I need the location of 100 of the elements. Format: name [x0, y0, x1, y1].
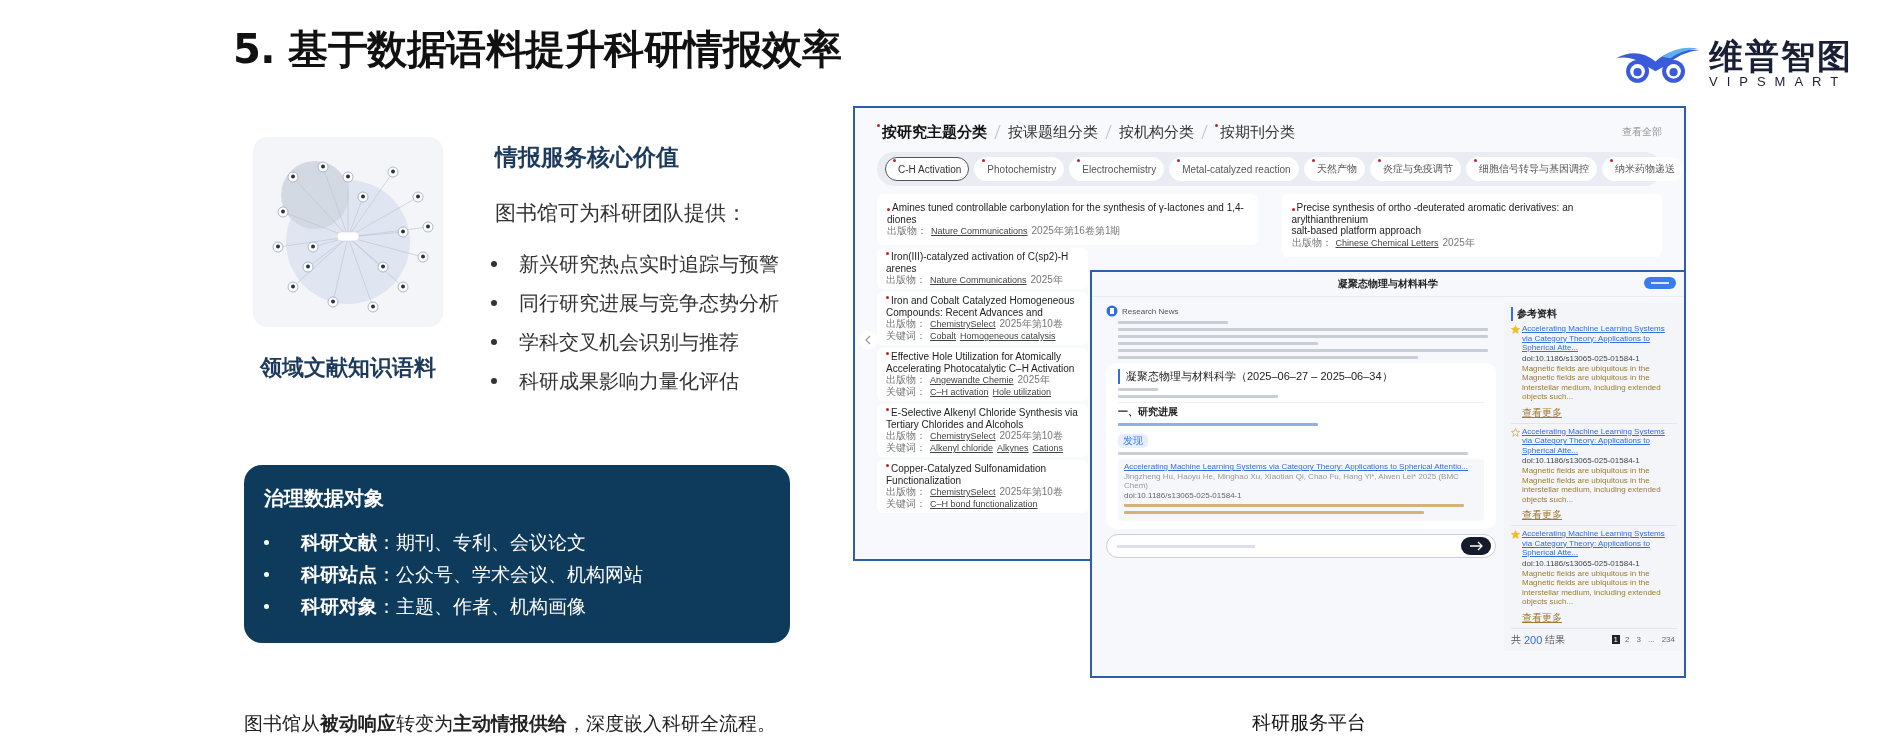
keyword-link[interactable]: Cations — [1032, 442, 1064, 454]
bullet-icon — [264, 540, 269, 545]
meta-label: 出版物： — [886, 274, 926, 286]
issue-text: 2025年 — [1017, 374, 1050, 386]
conclusion-text: 图书馆从被动响应转变为主动情报供给，深度嵌入科研全流程。 — [244, 711, 777, 736]
article-card[interactable]: Iron(III)-catalyzed activation of C(sp2)-H arenes 出版物： Nature Communications 2025年 — [877, 248, 1088, 289]
bullet-text: 新兴研究热点实时追踪与预警 — [519, 251, 779, 277]
keyword-link[interactable]: C–H bond functionalization — [930, 498, 1038, 510]
logo-wordmark: 维普智图 — [1709, 38, 1853, 74]
graph-center-node — [336, 231, 360, 242]
bullet-text: 科研文献：期刊、专利、会议论文 — [301, 530, 586, 555]
corpus-caption: 领域文献知识语料 — [260, 354, 436, 382]
keyword-link[interactable]: Cobalt — [930, 330, 956, 342]
keyword-link[interactable]: C–H activation — [930, 386, 989, 398]
issue-text: 2025年第10卷 — [999, 430, 1063, 442]
graph-node — [327, 296, 339, 308]
keyword-link[interactable]: Alkynes — [997, 442, 1029, 454]
reference-link[interactable]: Accelerating Machine Learning Systems via Category Theory: Applications to Spherical Atte... — [1522, 324, 1677, 353]
journal-link[interactable]: Nature Communications — [930, 274, 1027, 286]
graph-node — [412, 191, 424, 203]
graph-node — [317, 161, 329, 173]
slide-title: 5. 基于数据语料提升科研情报效率 — [233, 25, 842, 74]
star-icon[interactable] — [1511, 427, 1520, 437]
bullet-icon — [264, 572, 269, 577]
citation-authors: Jingzheng Hu, Haoyu He, Minghao Xu, Xiaotian Qi, Chao Fu, Hang Yi*, Alwen Lei* 2025 (BMC Chem) — [1124, 472, 1460, 490]
reference-link[interactable]: Accelerating Machine Learning Systems via Category Theory: Applications to Spherical Atte... — [1522, 529, 1677, 558]
issue-text: 2025年第10卷 — [999, 486, 1063, 498]
references-heading: 参考资料 — [1511, 307, 1677, 321]
issue-text: 2025年第10卷 — [999, 318, 1063, 330]
topic-chip[interactable]: Photochemistry — [974, 157, 1065, 181]
article-card[interactable]: Amines tuned controllable carbonylation for the synthesis of γ-lactones and 1,4- diones 出版物： Nature Communications 2025年第16卷第1期 — [877, 194, 1258, 245]
reference-doi: doi:10.1186/s13065-025-01584-1 — [1521, 558, 1641, 568]
graph-node — [387, 166, 399, 178]
reference-summary: Magnetic fields are ubiquitous in the Magnetic fields are ubiquitous in the interstellar medium, including extended objects such... — [1521, 466, 1662, 504]
article-title: Amines tuned controllable carbonylation for the synthesis of γ-lactones and 1,4- — [887, 202, 1248, 214]
reference-doi: doi:10.1186/s13065-025-01584-1 — [1521, 456, 1641, 465]
page-link[interactable]: 3 — [1634, 635, 1643, 644]
graph-node — [287, 171, 299, 183]
logo-subtitle: VIPSMART — [1709, 74, 1849, 89]
article-title: Iron and Cobalt Catalyzed Homogeneous — [886, 295, 1084, 307]
star-icon[interactable] — [1511, 325, 1520, 334]
journal-link[interactable]: ChemistrySelect — [930, 486, 996, 498]
topic-chip[interactable]: 细胞信号转导与基因调控 — [1465, 157, 1597, 181]
journal-link[interactable]: Nature Communications — [931, 225, 1028, 237]
page-link[interactable]: 1 — [1611, 635, 1621, 644]
reference-summary: Magnetic fields are ubiquitous in the Magnetic fields are ubiquitous in the interstellar medium, including extended objects such... — [1521, 363, 1662, 402]
meta-label: 关键词： — [886, 498, 926, 510]
star-icon[interactable] — [1511, 530, 1520, 539]
article-card[interactable]: Effective Hole Utilization for Atomically Accelerating Photocatalytic C–H Activation 出版物： Angewandte Chemie 2025年 关键词： C–H activation Hole utilization — [877, 348, 1088, 401]
category-tab[interactable]: 按研究主题分类 — [877, 122, 987, 142]
graph-node — [367, 301, 379, 313]
topic-chip[interactable]: 天然产物 — [1303, 157, 1365, 181]
topic-chip[interactable]: Electrochemistry — [1069, 157, 1165, 181]
page-link[interactable]: 2 — [1623, 635, 1632, 644]
graph-node — [302, 261, 314, 273]
brand-label: Research News — [1122, 306, 1179, 316]
keyword-link[interactable]: Hole utilization — [992, 386, 1052, 398]
article-card[interactable]: Iron and Cobalt Catalyzed Homogeneous Compounds: Recent Advances and 出版物： ChemistrySelect 2025年第10卷 关键词： Cobalt Homogeneous catalysis — [877, 292, 1088, 345]
journal-link[interactable]: ChemistrySelect — [930, 318, 996, 330]
category-tab[interactable]: 按机构分类 — [1119, 122, 1194, 142]
category-tab[interactable]: 按课题组分类 — [1008, 122, 1098, 142]
bullet-icon — [264, 604, 269, 609]
bullet-text: 科研站点：公众号、学术会议、机构网站 — [301, 562, 643, 587]
graph-node — [377, 261, 389, 273]
page-link[interactable]: ... — [1645, 635, 1657, 644]
article-title: Accelerating Photocatalytic C–H Activation — [886, 362, 1076, 374]
read-more-link[interactable]: 查看更多 — [1522, 611, 1562, 623]
meta-label: 关键词： — [886, 386, 926, 398]
page-link[interactable]: 234 — [1659, 635, 1677, 644]
action-button[interactable] — [1644, 277, 1676, 289]
bullet-icon — [491, 300, 497, 306]
bullet-icon — [491, 378, 497, 384]
document-icon — [1106, 305, 1118, 317]
topic-chip[interactable]: 炎症与免疫调节 — [1369, 157, 1461, 181]
chevron-left-icon[interactable] — [858, 330, 878, 350]
keyword-link[interactable]: Alkenyl chloride — [930, 442, 994, 454]
read-more-link[interactable]: 查看更多 — [1522, 406, 1562, 418]
bullet-text: 同行研究进展与竞争态势分析 — [519, 290, 779, 316]
article-card[interactable]: Copper-Catalyzed Sulfonamidation Functionalization 出版物： ChemistrySelect 2025年第10卷 关键词： C–H bond functionalization — [877, 460, 1088, 513]
read-more-link[interactable]: 查看更多 — [1522, 509, 1562, 520]
reference-link[interactable]: Accelerating Machine Learning Systems via Category Theory: Applications to Spherical Atte... — [1522, 426, 1677, 455]
category-tab[interactable]: 按期刊分类 — [1215, 122, 1295, 142]
citation-link[interactable]: Accelerating Machine Learning Systems via Category Theory: Applications to Spherical Attentio... — [1124, 462, 1478, 471]
journal-link[interactable]: Chinese Chemical Letters — [1335, 236, 1439, 249]
bullet-icon — [491, 261, 497, 267]
meta-label: 出版物： — [887, 225, 927, 237]
meta-label: 出版物： — [886, 318, 926, 330]
journal-link[interactable]: Angewandte Chemie — [930, 374, 1014, 386]
total-unit: 结果 — [1545, 632, 1566, 647]
article-card[interactable]: E-Selective Alkenyl Chloride Synthesis via Tertiary Chlorides and Alcohols 出版物： ChemistrySelect 2025年第10卷 关键词： Alkenyl chloride Alkynes Cations — [877, 404, 1088, 457]
article-card[interactable]: Precise synthesis of ortho -deuterated aromatic derivatives: an arylthianthrenium salt-based platform approach 出版物： Chinese Chemical Letters 2025年 — [1281, 194, 1662, 257]
topic-chip[interactable]: 纳米药物递送 — [1601, 157, 1683, 181]
section-heading: 情报服务核心价值 — [495, 143, 680, 172]
journal-link[interactable]: ChemistrySelect — [930, 430, 996, 442]
meta-label: 出版物： — [1291, 236, 1332, 249]
keyword-link[interactable]: Homogeneous catalysis — [960, 330, 1056, 342]
reference-summary: Magnetic fields are ubiquitous in the Magnetic fields are ubiquitous in the interstellar medium, including extended objects such... — [1521, 568, 1662, 607]
topic-chip[interactable]: Metal-catalyzed reaction — [1169, 157, 1299, 181]
issue-text: 2025年 — [1030, 274, 1063, 286]
topic-chip[interactable]: C-H Activation — [885, 157, 970, 181]
